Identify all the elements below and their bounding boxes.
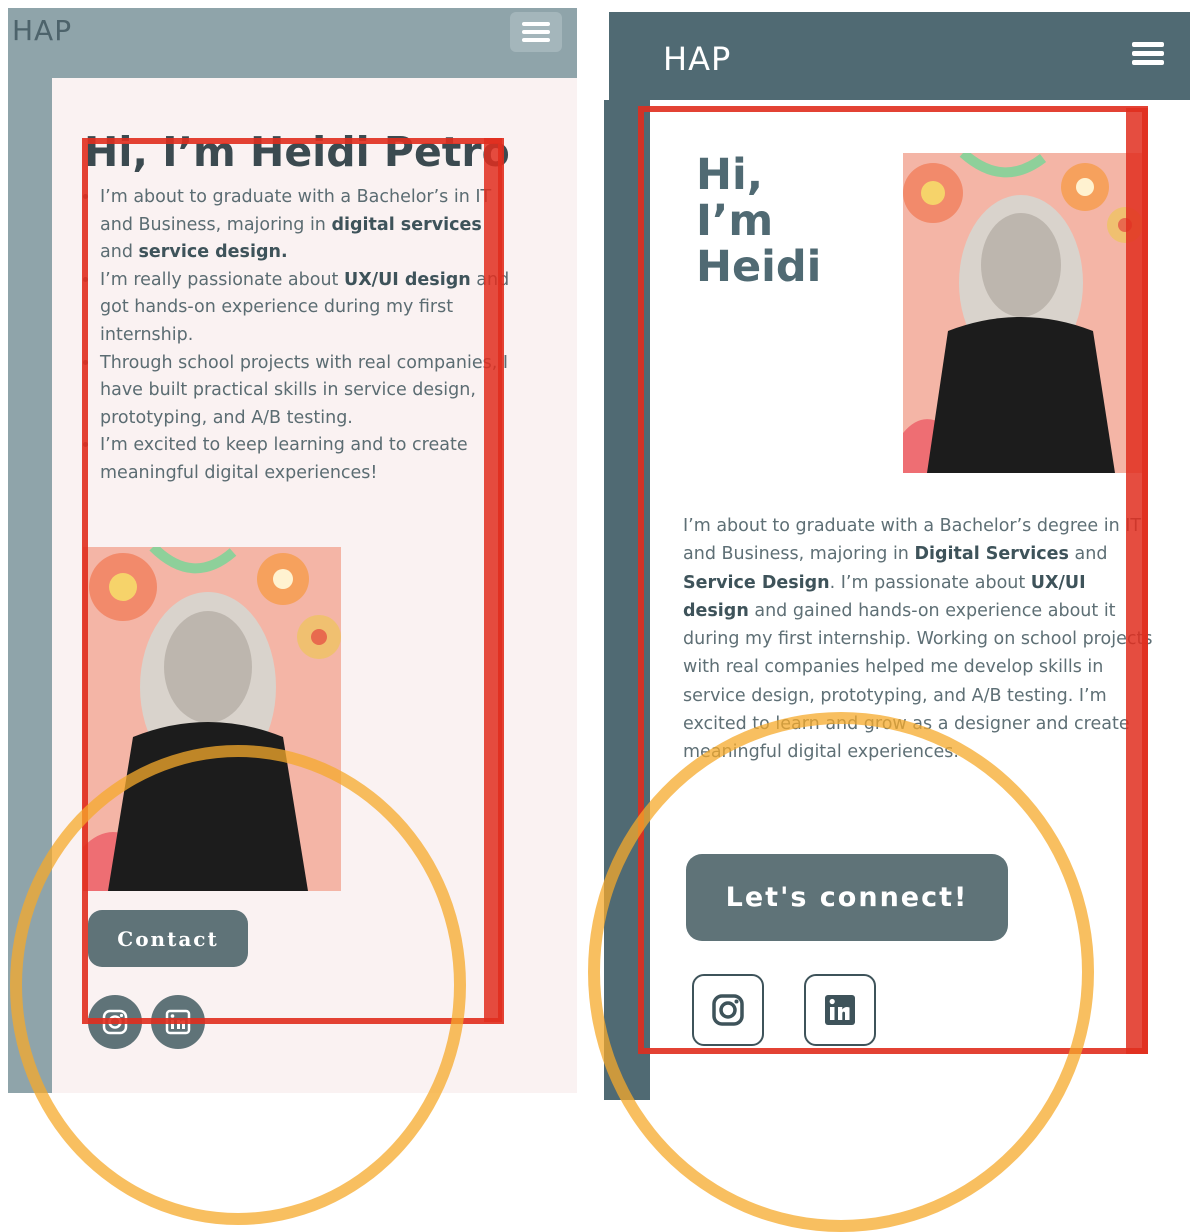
annotation-red-band-right (1126, 108, 1148, 1054)
right-logo[interactable]: HAP (663, 40, 731, 78)
right-hamburger-menu-icon[interactable] (1120, 32, 1176, 76)
left-header (8, 8, 577, 78)
annotation-orange-circle-left (10, 745, 466, 1225)
left-hamburger-menu-icon[interactable] (510, 12, 562, 52)
left-logo[interactable]: HAP (12, 14, 72, 47)
annotation-red-band-left (484, 138, 502, 1022)
annotation-orange-circle-right (588, 712, 1094, 1232)
